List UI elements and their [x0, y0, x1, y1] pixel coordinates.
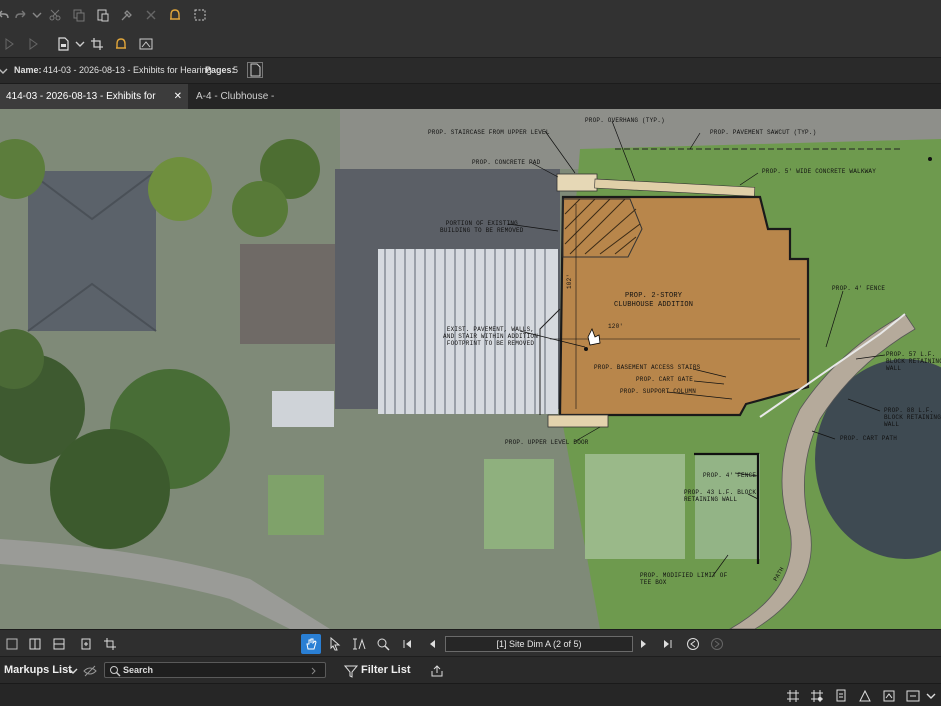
- name-label: Name:: [14, 65, 42, 75]
- snap-grid-icon[interactable]: [808, 687, 826, 705]
- document-tabs: 414-03 - 2026-08-13 - Exhibits for Heari…: [0, 84, 941, 127]
- new-document-icon[interactable]: [54, 35, 72, 53]
- chevron-down-icon[interactable]: [305, 662, 323, 680]
- site-plan-drawing: [0, 109, 941, 629]
- annotation-dim-vertical: 102': [566, 273, 573, 289]
- select-arrow-icon[interactable]: [326, 635, 344, 653]
- pages-count: 5: [233, 65, 239, 75]
- crop-icon[interactable]: [88, 35, 106, 53]
- annotation-upper-door: PROP. UPPER LEVEL DOOR: [505, 439, 589, 446]
- split-vertical-icon[interactable]: [26, 635, 44, 653]
- back-view-icon[interactable]: [684, 635, 702, 653]
- annotation-fence-top: PROP. 4' FENCE: [832, 285, 886, 292]
- annotation-clubhouse-line2: CLUBHOUSE ADDITION: [614, 301, 694, 309]
- annotation-dim-horizontal: 120': [608, 323, 624, 330]
- annotation-retaining-57: PROP. 57 L.F. BLOCK RETAINING WALL: [886, 351, 941, 372]
- undo-icon[interactable]: [0, 6, 12, 24]
- search-icon: [106, 662, 124, 680]
- annotation-support-column: PROP. SUPPORT COLUMN: [620, 388, 697, 395]
- annotation-cart-path: PROP. CART PATH: [840, 435, 898, 442]
- filter-icon[interactable]: [342, 662, 360, 680]
- single-page-icon[interactable]: [3, 635, 21, 653]
- document-name: 414-03 - 2026-08-13 - Exhibits for Heari…: [43, 65, 212, 75]
- zoom-icon[interactable]: [374, 635, 392, 653]
- filter-list-label[interactable]: Filter List: [361, 664, 411, 676]
- annotation-sawcut: PROP. PAVEMENT SAWCUT (TYP.): [710, 129, 817, 136]
- pan-hand-icon[interactable]: [301, 634, 321, 654]
- markups-search[interactable]: Search: [104, 662, 326, 678]
- drawing-canvas[interactable]: PROP. OVERHANG (TYP.) PROP. STAIRCASE FR…: [0, 109, 941, 629]
- hide-markups-icon[interactable]: [81, 662, 99, 680]
- play-icon[interactable]: [0, 35, 18, 53]
- secondary-toolbar: [0, 30, 941, 58]
- markups-list-label[interactable]: Markups List: [4, 664, 72, 676]
- snap-content-icon[interactable]: [832, 687, 850, 705]
- snap-markup-icon[interactable]: [856, 687, 874, 705]
- markups-panel-header: Markups List Search Filter List: [0, 656, 941, 683]
- close-icon[interactable]: ✕: [174, 84, 182, 109]
- previous-page-icon[interactable]: [423, 635, 441, 653]
- grid-icon[interactable]: [784, 687, 802, 705]
- warning-bell-icon[interactable]: [112, 35, 130, 53]
- crop-select-icon[interactable]: [191, 6, 209, 24]
- annotation-staircase: PROP. STAIRCASE FROM UPPER LEVEL: [428, 129, 550, 136]
- last-page-icon[interactable]: [659, 635, 677, 653]
- next-page-icon[interactable]: [635, 635, 653, 653]
- annotation-retaining-43: PROP. 43 L.F. BLOCK RETAINING WALL: [684, 489, 757, 503]
- tab-exhibits[interactable]: 414-03 - 2026-08-13 - Exhibits for Heari…: [0, 84, 188, 127]
- annotation-exist-pavement: EXIST. PAVEMENT, WALLS, AND STAIR WITHIN…: [443, 326, 539, 347]
- bell-icon[interactable]: [166, 6, 184, 24]
- sync-icon[interactable]: [904, 687, 922, 705]
- forward-view-icon[interactable]: [708, 635, 726, 653]
- annotation-basement-stairs: PROP. BASEMENT ACCESS STAIRS: [594, 364, 701, 371]
- annotation-clubhouse-line1: PROP. 2-STORY: [625, 292, 683, 300]
- chevron-down-icon[interactable]: [922, 687, 940, 705]
- search-placeholder: Search: [123, 665, 154, 675]
- annotation-tee-box: PROP. MODIFIED LIMIT OF TEE BOX: [640, 572, 728, 586]
- export-icon[interactable]: [428, 662, 446, 680]
- document-info-bar: Name: 414-03 - 2026-08-13 - Exhibits for…: [0, 58, 941, 84]
- cut-icon[interactable]: [46, 6, 64, 24]
- pages-label: Pages:: [205, 65, 235, 75]
- annotation-existing-portion: PORTION OF EXISTING BUILDING TO BE REMOV…: [440, 220, 524, 234]
- annotation-overhang: PROP. OVERHANG (TYP.): [585, 117, 665, 124]
- main-toolbar: [0, 0, 941, 30]
- annotation-concrete-pad: PROP. CONCRETE PAD: [472, 159, 541, 166]
- chevron-down-icon[interactable]: [28, 6, 46, 24]
- page-settings-icon[interactable]: [247, 62, 263, 78]
- tab-elevations[interactable]: A-4 - Clubhouse - Elevations: [190, 84, 320, 127]
- first-page-icon[interactable]: [398, 635, 416, 653]
- page-indicator[interactable]: [1] Site Dim A (2 of 5): [445, 636, 633, 652]
- annotation-retaining-88: PROP. 88 L.F. BLOCK RETAINING WALL: [884, 407, 941, 428]
- chevron-down-icon[interactable]: [71, 35, 89, 53]
- annotation-cart-gate: PROP. CART GATE: [636, 376, 694, 383]
- paste-icon[interactable]: [94, 6, 112, 24]
- copy-icon[interactable]: [70, 6, 88, 24]
- text-select-icon[interactable]: [350, 635, 368, 653]
- split-horizontal-icon[interactable]: [50, 635, 68, 653]
- chevron-down-icon[interactable]: [64, 662, 82, 680]
- status-bar: [0, 683, 941, 706]
- image-compare-icon[interactable]: [137, 35, 155, 53]
- crop-tool-icon[interactable]: [101, 635, 119, 653]
- sync-pages-icon[interactable]: [77, 635, 95, 653]
- play-outline-icon[interactable]: [24, 35, 42, 53]
- annotation-fence-bottom: PROP. 4' FENCE: [703, 472, 757, 479]
- format-painter-icon[interactable]: [118, 6, 136, 24]
- chevron-down-icon[interactable]: [0, 62, 12, 80]
- annotation-walkway: PROP. 5' WIDE CONCRETE WALKWAY: [762, 168, 877, 175]
- delete-icon[interactable]: [142, 6, 160, 24]
- page-navigation-bar: [1] Site Dim A (2 of 5): [0, 629, 941, 656]
- reuse-icon[interactable]: [880, 687, 898, 705]
